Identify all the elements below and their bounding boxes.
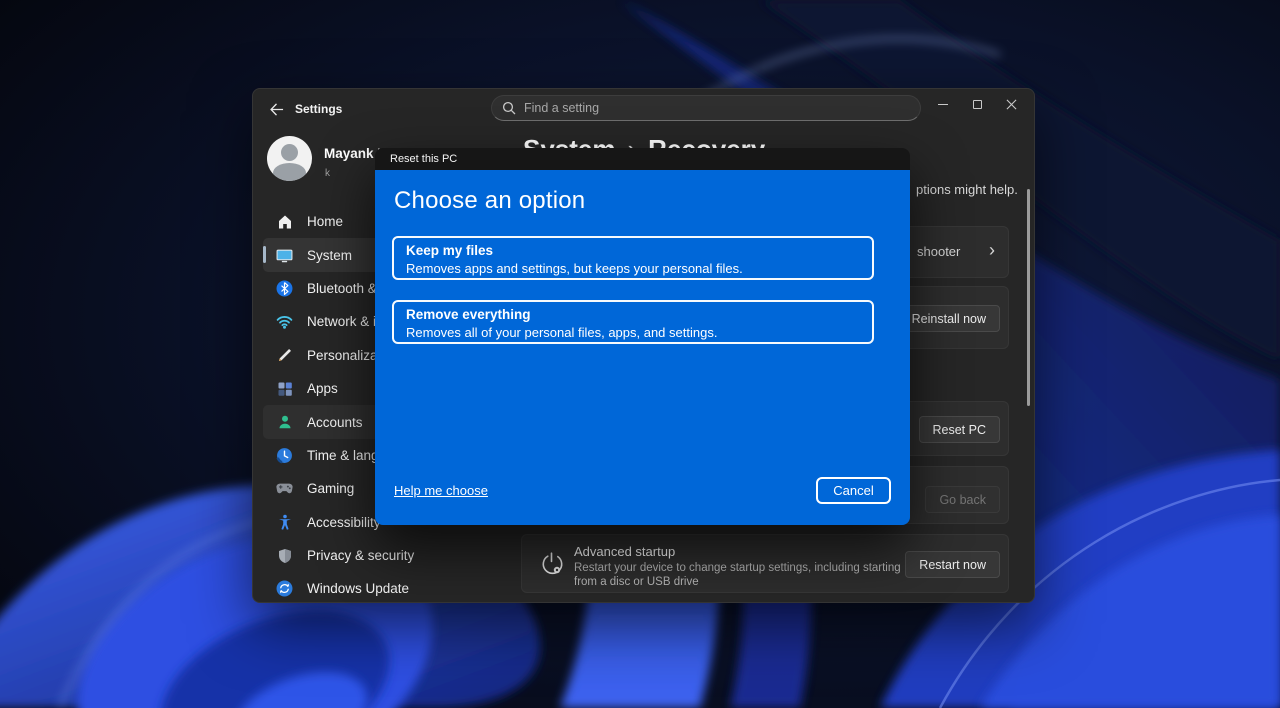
recovery-intro-text: ptions might help. [916, 182, 1018, 197]
avatar-head [281, 144, 298, 161]
dialog-title: Reset this PC [390, 153, 457, 165]
desktop: Settings Mayank P k System › [0, 0, 1280, 708]
search-box[interactable] [491, 95, 921, 121]
option-title: Keep my files [406, 242, 860, 260]
reset-pc-dialog: Reset this PC Choose an option Keep my f… [375, 148, 910, 525]
advanced-startup-description: Restart your device to change startup se… [574, 561, 924, 590]
minimize-button[interactable] [926, 89, 960, 119]
back-button[interactable] [263, 98, 289, 120]
sidebar-item-windows-update[interactable]: Windows Update [263, 572, 498, 603]
go-back-button[interactable]: Go back [925, 486, 1000, 513]
sidebar-item-label: Privacy & security [307, 548, 414, 563]
troubleshooter-label: shooter [917, 244, 960, 259]
minimize-icon [938, 104, 948, 105]
network-icon [276, 313, 293, 330]
dialog-titlebar: Reset this PC [375, 148, 910, 170]
help-me-choose-link[interactable]: Help me choose [394, 483, 488, 498]
reset-pc-button[interactable]: Reset PC [919, 416, 1001, 443]
personalization-icon [276, 347, 293, 364]
search-input[interactable] [524, 101, 910, 115]
option-remove-everything[interactable]: Remove everything Removes all of your pe… [392, 300, 874, 344]
bluetooth-icon [276, 280, 293, 297]
time-language-icon [276, 447, 293, 464]
accessibility-icon [276, 514, 293, 531]
dialog-heading: Choose an option [394, 187, 585, 215]
apps-icon [276, 380, 293, 397]
option-keep-my-files[interactable]: Keep my files Removes apps and settings,… [392, 236, 874, 280]
close-icon [1006, 99, 1017, 110]
advanced-startup-card: Advanced startup Restart your device to … [521, 534, 1009, 593]
option-description: Removes apps and settings, but keeps you… [406, 260, 860, 277]
sidebar-item-label: Accounts [307, 415, 363, 430]
sidebar-item-label: Accessibility [307, 515, 381, 530]
sidebar-item-label: Home [307, 214, 343, 229]
option-title: Remove everything [406, 306, 860, 324]
sidebar-item-label: Apps [307, 381, 338, 396]
gaming-icon [276, 480, 293, 497]
accounts-icon [276, 414, 293, 431]
restart-now-button[interactable]: Restart now [905, 551, 1000, 578]
advanced-startup-title: Advanced startup [574, 544, 675, 559]
shield-icon [276, 547, 293, 564]
power-gear-icon [538, 551, 565, 583]
system-icon [276, 247, 293, 264]
sidebar-item-label: Gaming [307, 481, 354, 496]
sidebar-item-label: System [307, 248, 352, 263]
sidebar-item-label: Windows Update [307, 581, 409, 596]
search-icon [502, 101, 516, 115]
window-controls [926, 89, 1028, 119]
profile-subtitle: k [325, 168, 330, 179]
scrollbar-thumb[interactable] [1027, 189, 1030, 406]
back-arrow-icon [269, 102, 284, 117]
reinstall-now-button[interactable]: Reinstall now [898, 305, 1000, 332]
chevron-right-icon: › [989, 240, 995, 261]
cancel-button[interactable]: Cancel [816, 477, 891, 504]
avatar[interactable] [267, 136, 312, 181]
close-button[interactable] [994, 89, 1028, 119]
home-icon [276, 213, 293, 230]
dialog-body: Choose an option Keep my files Removes a… [375, 170, 910, 525]
maximize-icon [973, 100, 982, 109]
maximize-button[interactable] [960, 89, 994, 119]
windows-update-icon [276, 580, 293, 597]
sidebar-item-privacy[interactable]: Privacy & security [263, 539, 498, 572]
option-description: Removes all of your personal files, apps… [406, 324, 860, 341]
avatar-body [273, 163, 306, 181]
window-title: Settings [295, 102, 342, 116]
